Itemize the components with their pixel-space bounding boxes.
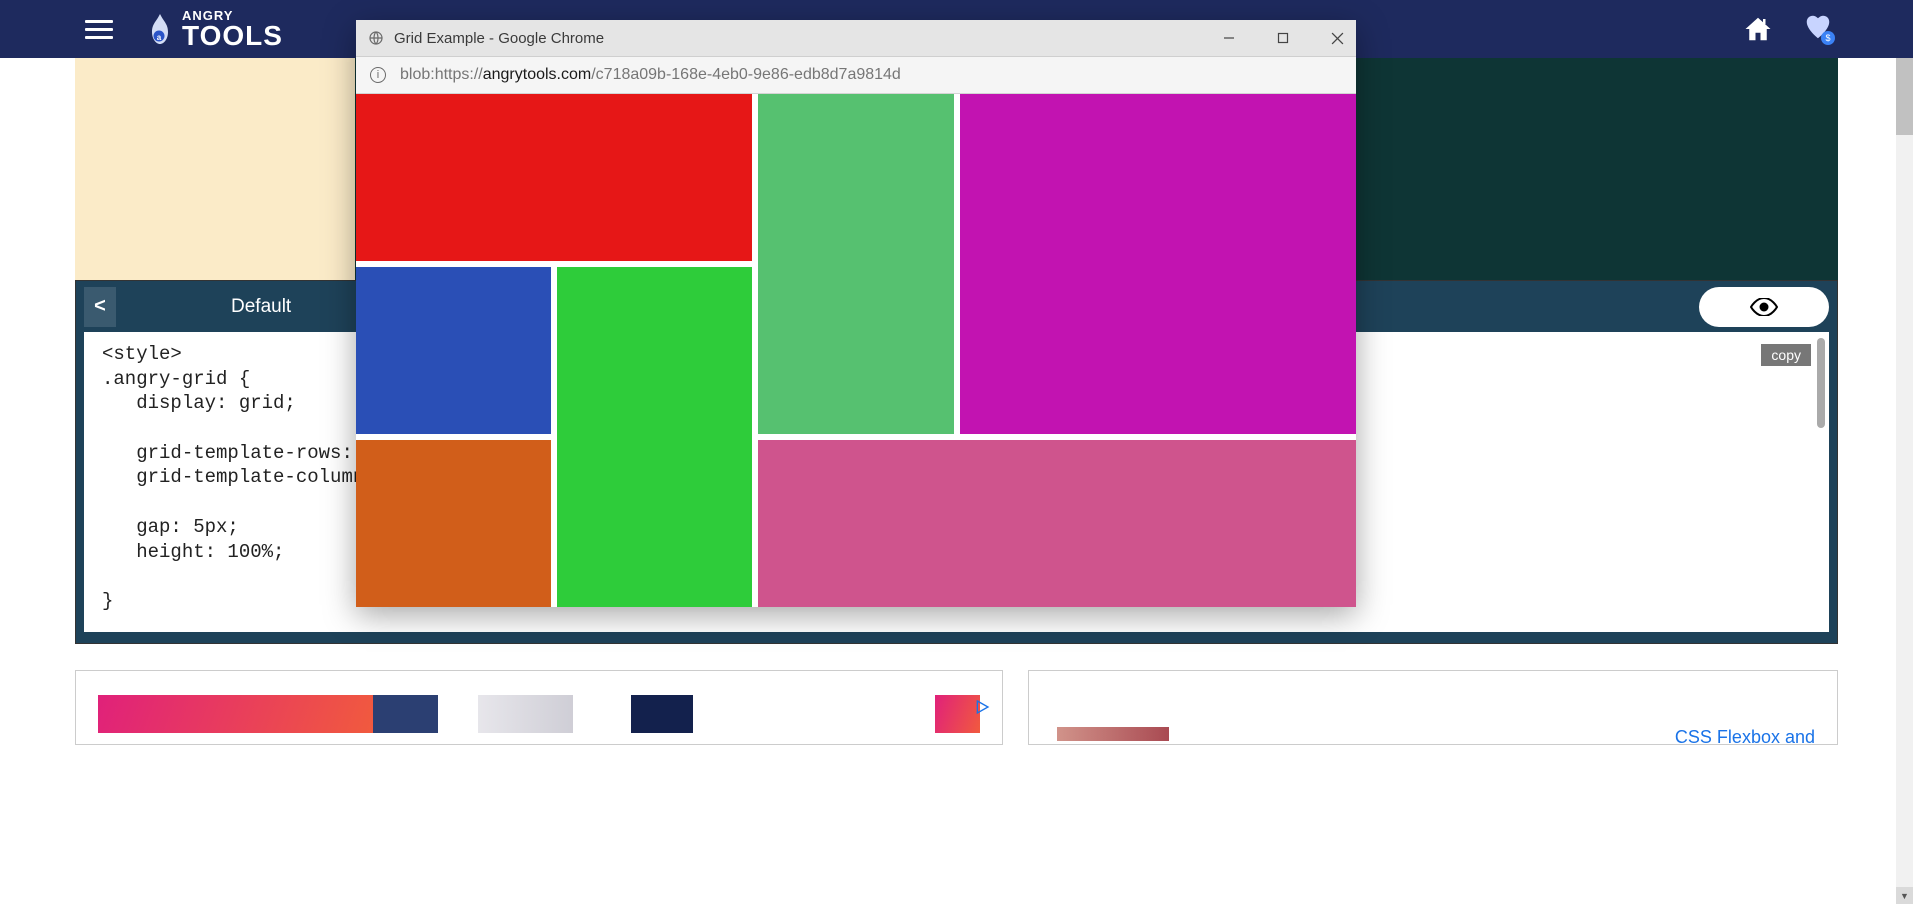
svg-text:a: a — [157, 33, 162, 42]
grid-cell-4 — [557, 267, 752, 607]
window-minimize-button[interactable] — [1222, 31, 1236, 45]
ad-right[interactable]: CSS Flexbox and — [1028, 670, 1838, 745]
dollar-badge: $ — [1821, 31, 1835, 45]
url-prefix: blob:https:// — [400, 66, 483, 83]
page-scrollbar[interactable]: ▲ ▼ — [1896, 0, 1913, 904]
topbar-right: $ — [1743, 12, 1833, 47]
grid-cell-6 — [758, 440, 1356, 607]
ad-right-link[interactable]: CSS Flexbox and — [1675, 727, 1815, 745]
chrome-content — [356, 94, 1356, 607]
chrome-addressbar[interactable]: i blob:https://angrytools.com/c718a09b-1… — [356, 57, 1356, 94]
adchoices-icon[interactable] — [974, 699, 990, 715]
url-domain: angrytools.com — [483, 66, 592, 83]
info-icon[interactable]: i — [370, 67, 386, 83]
copy-button[interactable]: copy — [1761, 344, 1811, 366]
url-path: /c718a09b-168e-4eb0-9e86-edb8d7a9814d — [591, 66, 901, 83]
chrome-title: Grid Example - Google Chrome — [394, 30, 604, 47]
menu-icon[interactable] — [85, 20, 113, 39]
grid-cell-5 — [356, 440, 551, 607]
window-maximize-button[interactable] — [1276, 31, 1290, 45]
grid-cell-1 — [758, 94, 953, 434]
window-close-button[interactable] — [1330, 31, 1344, 45]
grid-demo — [356, 94, 1356, 607]
eye-icon — [1750, 298, 1778, 316]
code-back-button[interactable]: < — [84, 287, 116, 327]
chrome-window: Grid Example - Google Chrome i blob:http… — [356, 20, 1356, 607]
grid-cell-3 — [356, 267, 551, 434]
grid-cell-2 — [960, 94, 1356, 434]
logo[interactable]: a ANGRY TOOLS — [148, 9, 283, 50]
code-scrollbar[interactable] — [1817, 338, 1825, 428]
flame-icon: a — [148, 14, 172, 44]
logo-text-bottom: TOOLS — [182, 22, 283, 50]
scroll-down-icon[interactable]: ▼ — [1896, 887, 1913, 904]
background-cream — [75, 58, 355, 280]
chrome-url: blob:https://angrytools.com/c718a09b-168… — [400, 66, 901, 84]
ad-row: CSS Flexbox and — [75, 670, 1838, 745]
grid-cell-0 — [356, 94, 752, 261]
home-icon[interactable] — [1743, 14, 1773, 44]
ad-left[interactable] — [75, 670, 1003, 745]
chrome-titlebar[interactable]: Grid Example - Google Chrome — [356, 20, 1356, 57]
code-tab-label: Default — [231, 296, 291, 318]
preview-button[interactable] — [1699, 287, 1829, 327]
donate-icon[interactable]: $ — [1803, 12, 1833, 47]
globe-icon — [368, 30, 384, 46]
